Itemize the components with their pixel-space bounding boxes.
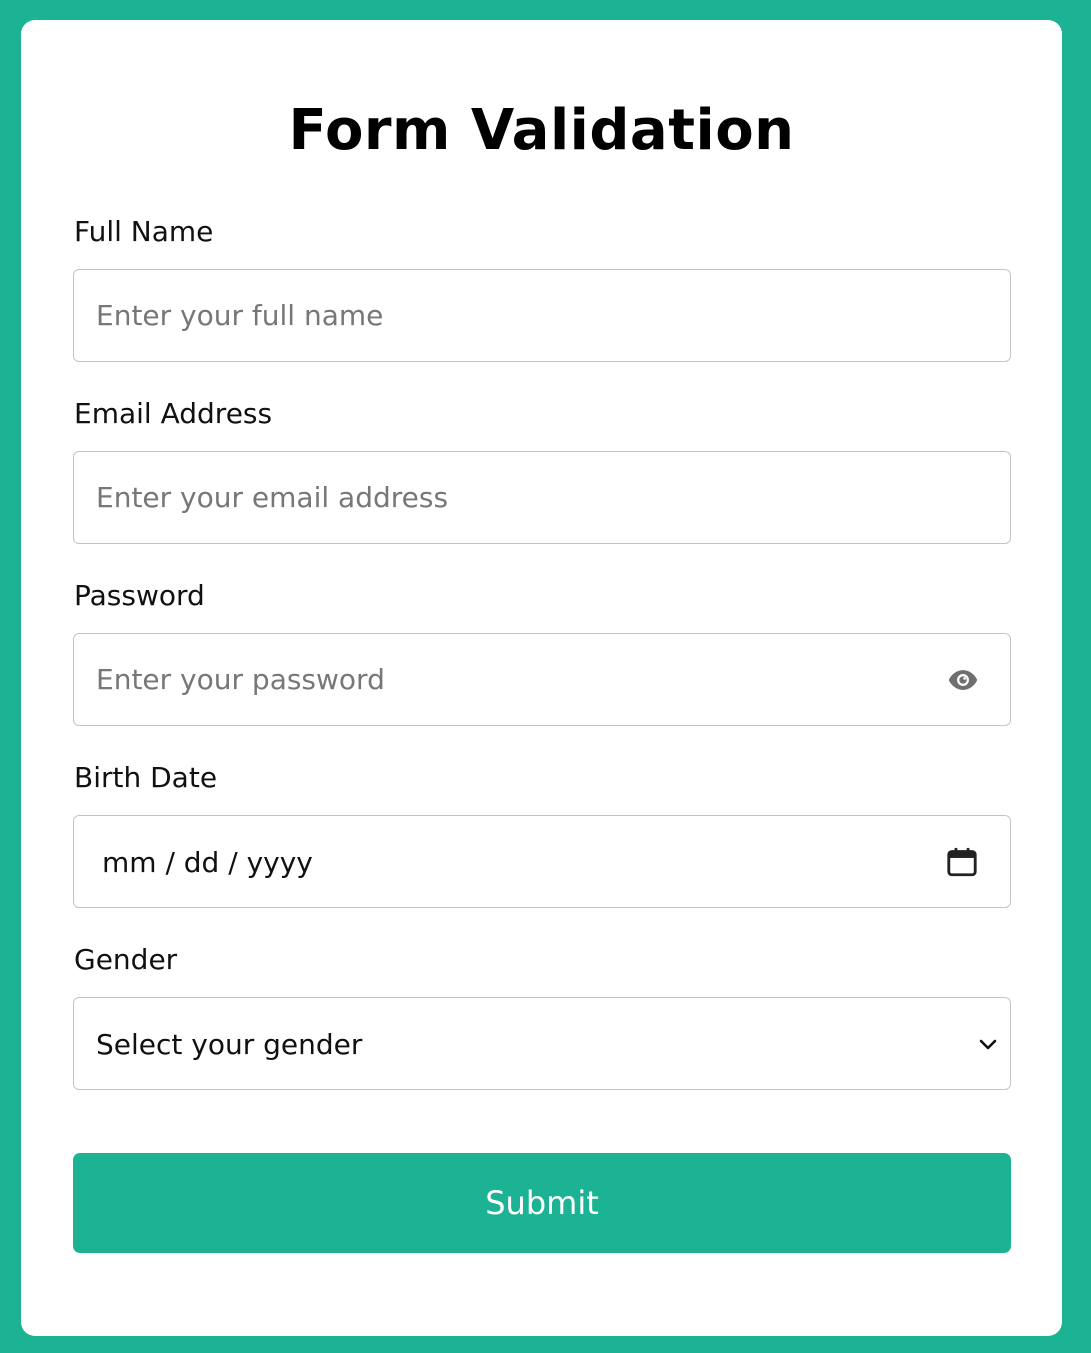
submit-button[interactable]: Submit (73, 1153, 1011, 1253)
email-field (73, 451, 1011, 544)
email-input[interactable] (74, 452, 1010, 543)
birth-date-label: Birth Date (74, 761, 218, 794)
birth-date-input[interactable]: mm / dd / yyyy (102, 816, 313, 909)
birth-date-field[interactable]: mm / dd / yyyy (73, 815, 1011, 908)
full-name-label: Full Name (74, 215, 214, 248)
form-card: Form Validation Full Name Email Address … (21, 20, 1062, 1336)
chevron-down-icon (976, 1032, 1000, 1056)
calendar-icon[interactable] (944, 844, 980, 880)
gender-select[interactable]: Select your gender (73, 997, 1011, 1090)
password-input[interactable] (74, 634, 1010, 725)
full-name-field (73, 269, 1011, 362)
full-name-input[interactable] (74, 270, 1010, 361)
gender-label: Gender (74, 943, 178, 976)
password-label: Password (74, 579, 205, 612)
gender-selected-value: Select your gender (96, 1028, 363, 1061)
eye-icon[interactable] (946, 663, 980, 697)
email-label: Email Address (74, 397, 273, 430)
page-title: Form Validation (288, 98, 795, 163)
password-field (73, 633, 1011, 726)
